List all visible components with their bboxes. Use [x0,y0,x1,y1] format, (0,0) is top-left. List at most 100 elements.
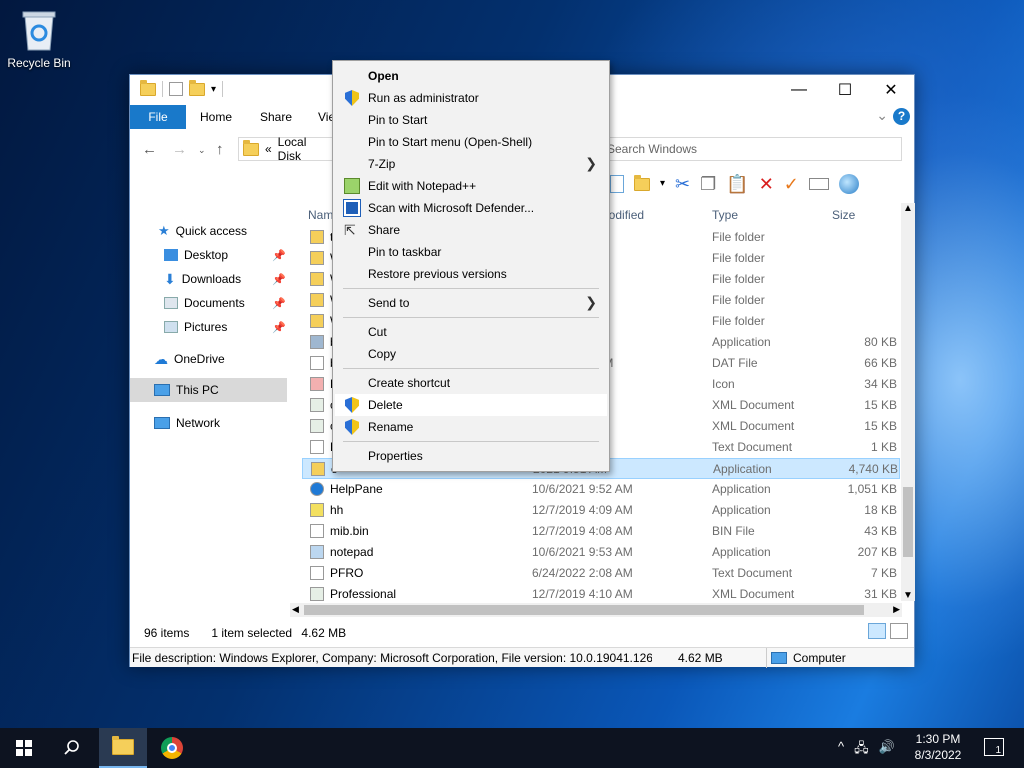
scroll-up-icon[interactable]: ▲ [903,203,913,214]
menu-item-7-zip[interactable]: 7-Zip ❯ [335,153,607,175]
address-input[interactable]: « Local Disk [238,135,334,163]
new-folder-icon[interactable] [189,79,205,96]
menu-item-label: Share [368,223,401,237]
column-header-size[interactable]: Size [832,203,855,227]
help-icon[interactable]: ? [893,108,910,125]
nav-this-pc[interactable]: This PC [130,378,287,402]
menu-item-rename[interactable]: Rename [335,416,607,438]
status-bar: 96 items 1 item selected 4.62 MB [144,626,346,640]
taskbar-file-explorer[interactable] [99,728,147,768]
new-folder-toolbar-icon[interactable] [634,174,650,191]
menu-item-restore-previous-versions[interactable]: Restore previous versions [335,263,607,285]
dropdown-icon[interactable]: ▾ [660,173,665,195]
hscrollbar-thumb[interactable] [304,605,864,615]
pin-icon[interactable]: 📌 [272,321,286,334]
menu-item-share[interactable]: ⇱ Share [335,219,607,241]
large-icons-view-button[interactable] [890,623,908,639]
taskbar-chrome[interactable] [148,728,196,768]
details-view-button[interactable] [868,623,886,639]
volume-icon[interactable]: 🔊 [879,739,895,761]
network-tray-icon[interactable]: 🖧 [854,739,869,761]
rename-icon[interactable] [808,178,829,190]
menu-item-copy[interactable]: Copy [335,343,607,365]
nav-pictures[interactable]: Pictures 📌 [130,316,290,338]
breadcrumb-local-disk[interactable]: Local Disk [278,135,333,163]
menu-item-create-shortcut[interactable]: Create shortcut [335,372,607,394]
cell-size: 1,051 KB [847,482,897,496]
breadcrumb-overflow[interactable]: « [265,142,272,156]
table-row[interactable]: PFRO 6/24/2022 2:08 AM Text Document 7 KB [302,563,900,584]
menu-item-edit-with-notepad[interactable]: Edit with Notepad++ [335,175,607,197]
delete-x-icon[interactable]: ✕ [759,173,774,195]
cut-icon[interactable]: ✂ [675,173,690,195]
forward-arrow-icon[interactable]: → [172,141,187,158]
command-toolbar: ▾ ✂ ❐ 📋 ✕ ✓ [610,173,859,195]
back-arrow-icon[interactable]: ← [142,141,157,158]
nav-documents[interactable]: Documents 📌 [130,292,290,314]
tab-share[interactable]: Share [246,105,306,129]
action-center-button[interactable]: 1 [984,738,1004,756]
menu-item-delete[interactable]: Delete [335,394,607,416]
column-header-type[interactable]: Type [712,203,738,227]
maximize-button[interactable]: ☐ [822,75,868,105]
nav-onedrive[interactable]: ☁ OneDrive [130,348,290,370]
menu-item-send-to[interactable]: Send to ❯ [335,292,607,314]
start-button[interactable] [0,728,48,768]
scrollbar-thumb[interactable] [903,487,913,557]
customize-qa-icon[interactable]: ▾ [211,84,216,95]
up-arrow-icon[interactable]: ↑ [216,141,224,158]
pin-icon[interactable]: 📌 [272,249,286,262]
horizontal-scrollbar[interactable]: ◀ ▶ [290,603,902,617]
search-input[interactable]: Search Windows [600,137,902,161]
nav-downloads[interactable]: ⬇ Downloads 📌 [130,268,290,290]
properties-icon[interactable] [169,82,183,96]
menu-item-run-as-administrator[interactable]: Run as administrator [335,87,607,109]
cell-type: Text Document [712,440,793,454]
tray-overflow-icon[interactable]: ^ [838,739,844,761]
menu-item-pin-to-start[interactable]: Pin to Start [335,109,607,131]
copy-icon[interactable]: ❐ [700,173,716,195]
pin-icon[interactable]: 📌 [272,297,286,310]
tab-home[interactable]: Home [186,105,246,129]
menu-item-scan-with-microsoft-defender[interactable]: Scan with Microsoft Defender... [335,197,607,219]
clock[interactable]: 1:30 PM 8/3/2022 [906,731,970,763]
menu-item-open[interactable]: Open [335,65,607,87]
menu-item-pin-to-taskbar[interactable]: Pin to taskbar [335,241,607,263]
menu-item-properties[interactable]: Properties [335,445,607,467]
nav-quick-access[interactable]: ★ Quick access [130,220,290,242]
table-row[interactable]: hh 12/7/2019 4:09 AM Application 18 KB [302,500,900,521]
paste-icon[interactable]: 📋 [726,173,748,195]
search-button[interactable] [48,728,96,768]
checkmark-icon[interactable]: ✓ [784,173,799,195]
scroll-left-icon[interactable]: ◀ [292,604,299,615]
recycle-bin-shortcut[interactable]: Recycle Bin [4,8,74,70]
table-row[interactable]: mib.bin 12/7/2019 4:08 AM BIN File 43 KB [302,521,900,542]
table-row[interactable]: HelpPane 10/6/2021 9:52 AM Application 1,05… [302,479,900,500]
nav-network[interactable]: Network [130,412,290,434]
table-row[interactable]: notepad 10/6/2021 9:53 AM Application 207 K… [302,542,900,563]
help-icon [310,482,324,496]
tab-file[interactable]: File [130,105,186,129]
selection-count: 1 item selected 4.62 MB [211,626,346,640]
menu-item-pin-to-start-menu-open-shell[interactable]: Pin to Start menu (Open-Shell) [335,131,607,153]
desktop-icon [164,249,178,261]
close-button[interactable]: ✕ [868,75,914,105]
cell-type: XML Document [712,419,795,433]
nav-desktop[interactable]: Desktop 📌 [130,244,290,266]
pin-icon[interactable]: 📌 [272,273,286,286]
shell-icon[interactable] [838,174,859,194]
recent-locations-icon[interactable]: ⌄ [198,145,206,156]
scroll-right-icon[interactable]: ▶ [893,604,900,615]
table-row[interactable]: Professional 12/7/2019 4:10 AM XML Documen… [302,584,900,605]
menu-item-label: Rename [368,420,414,434]
ribbon-collapse-icon[interactable]: ⌄ [876,107,888,124]
cell-date: 12/7/2019 4:10 AM [532,587,633,601]
scroll-down-icon[interactable]: ▼ [903,590,913,601]
cell-name: HelpPane [330,482,383,496]
system-tray: ^ 🖧 🔊 [838,739,895,761]
vertical-scrollbar[interactable]: ▲ ▼ [901,203,915,601]
view-icon[interactable] [610,175,624,193]
minimize-button[interactable]: — [776,75,822,105]
menu-item-cut[interactable]: Cut [335,321,607,343]
cell-type: File folder [712,272,765,286]
